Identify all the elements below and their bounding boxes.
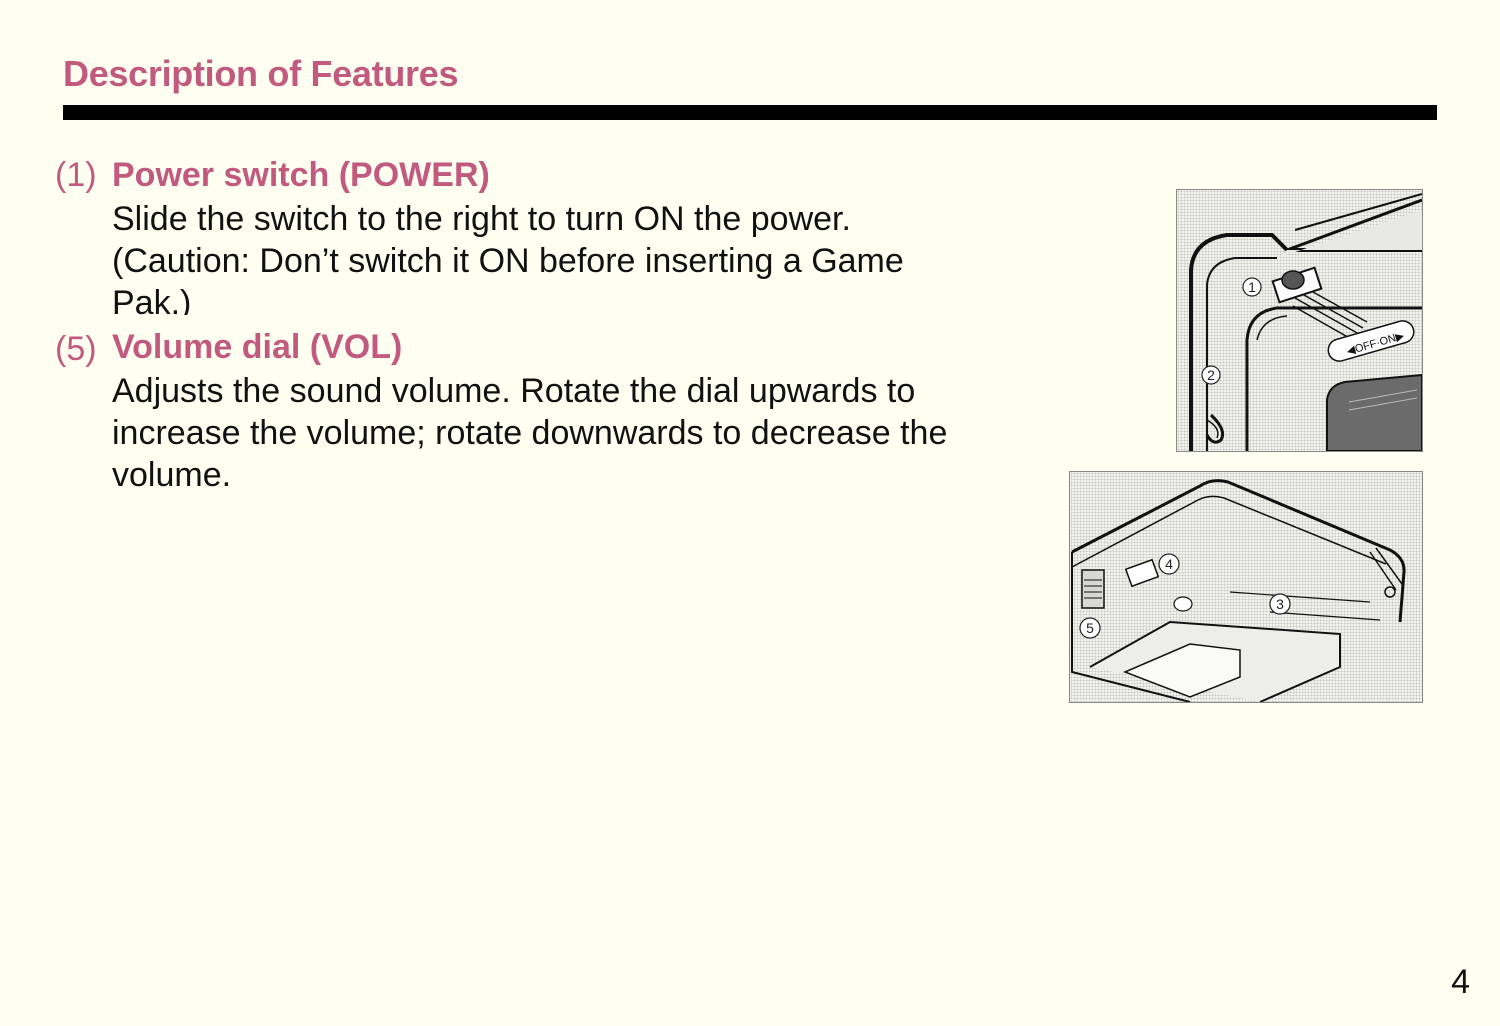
feature-heading-power-switch: Power switch (POWER) <box>112 156 490 194</box>
console-underside-illustration: 4 3 5 <box>1069 471 1423 703</box>
callout-2: 2 <box>1207 367 1215 383</box>
page-number: 4 <box>1451 963 1470 1001</box>
callout-5: 5 <box>1086 620 1094 636</box>
description-line: increase the volume; rotate downwards to… <box>112 414 948 452</box>
power-switch-illustration: ◀OFF·ON▶ 1 2 <box>1176 189 1423 452</box>
feature-number: (1) <box>55 156 97 194</box>
callout-4: 4 <box>1165 556 1173 572</box>
description-line: volume. <box>112 456 232 494</box>
feature-description-volume-dial: Adjusts the sound volume. Rotate the dia… <box>112 370 947 496</box>
description-line: Slide the switch to the right to turn ON… <box>112 200 851 238</box>
console-top-drawing: ◀OFF·ON▶ 1 2 <box>1189 193 1423 452</box>
description-line: Pak.) <box>112 284 192 315</box>
description-line: (Caution: Don’t switch it ON before inse… <box>112 242 904 280</box>
section-title: Description of Features <box>63 53 459 94</box>
feature-description-power-switch: Slide the switch to the right to turn ON… <box>112 198 904 315</box>
callout-1: 1 <box>1248 279 1256 295</box>
title-divider <box>63 105 1437 120</box>
description-line: Adjusts the sound volume. Rotate the dia… <box>112 372 916 410</box>
feature-heading-volume-dial: Volume dial (VOL) <box>112 328 403 366</box>
feature-number: (5) <box>55 330 97 368</box>
callout-3: 3 <box>1276 596 1284 612</box>
console-bottom-drawing: 4 3 5 <box>1071 479 1406 703</box>
